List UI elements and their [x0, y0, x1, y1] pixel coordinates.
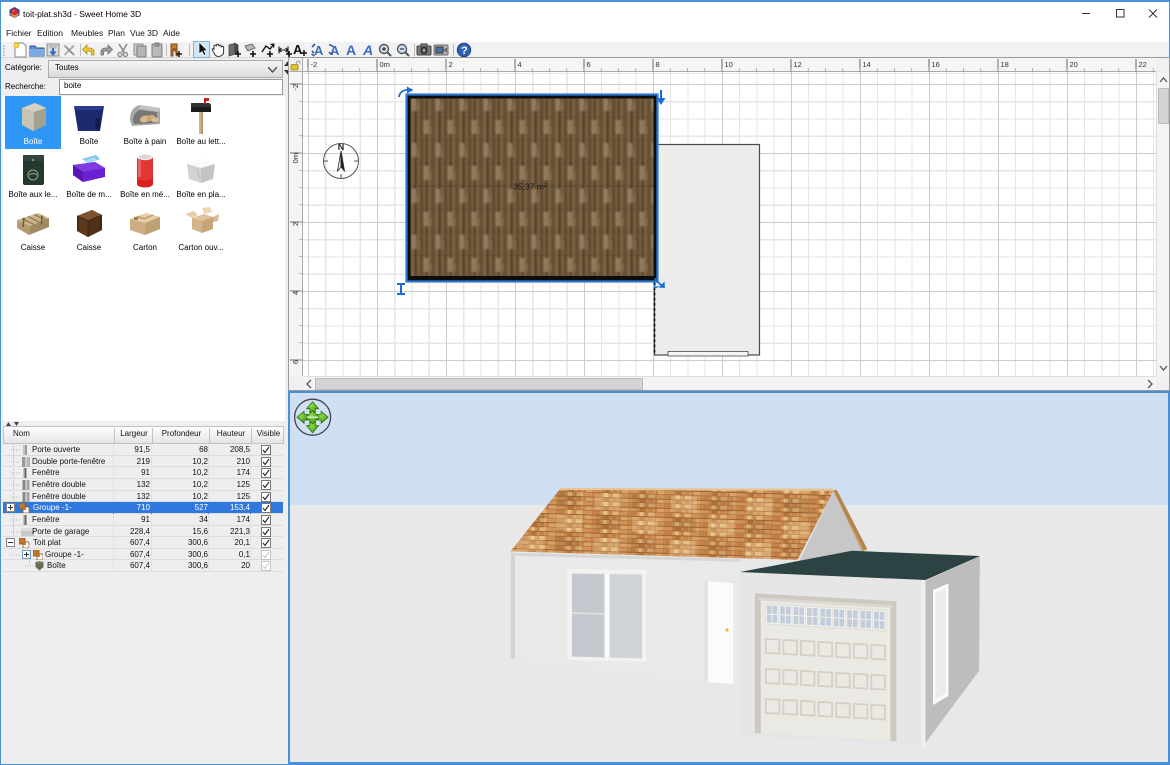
svg-text:0m: 0m: [380, 60, 390, 69]
svg-text:35,37 m²: 35,37 m²: [513, 182, 547, 192]
svg-text:A: A: [362, 42, 373, 58]
svg-text:A: A: [346, 42, 356, 58]
svg-text:?: ?: [461, 45, 468, 57]
svg-text:2: 2: [291, 222, 300, 226]
svg-text:4: 4: [518, 60, 522, 69]
svg-text:A: A: [314, 43, 324, 58]
svg-text:10: 10: [725, 60, 733, 69]
svg-text:A: A: [293, 42, 303, 57]
svg-text:18: 18: [1001, 60, 1009, 69]
svg-text:14: 14: [863, 60, 871, 69]
svg-text:-2: -2: [291, 84, 300, 91]
svg-text:22: 22: [1139, 60, 1147, 69]
svg-text:4: 4: [291, 291, 300, 295]
svg-text:20: 20: [1070, 60, 1078, 69]
svg-text:6: 6: [587, 60, 591, 69]
svg-text:-2: -2: [311, 60, 318, 69]
svg-text:2: 2: [449, 60, 453, 69]
svg-text:8: 8: [656, 60, 660, 69]
svg-text:6: 6: [291, 360, 300, 364]
svg-text:0m: 0m: [291, 153, 300, 163]
svg-text:N: N: [338, 142, 345, 152]
svg-text:12: 12: [794, 60, 802, 69]
svg-text:16: 16: [932, 60, 940, 69]
